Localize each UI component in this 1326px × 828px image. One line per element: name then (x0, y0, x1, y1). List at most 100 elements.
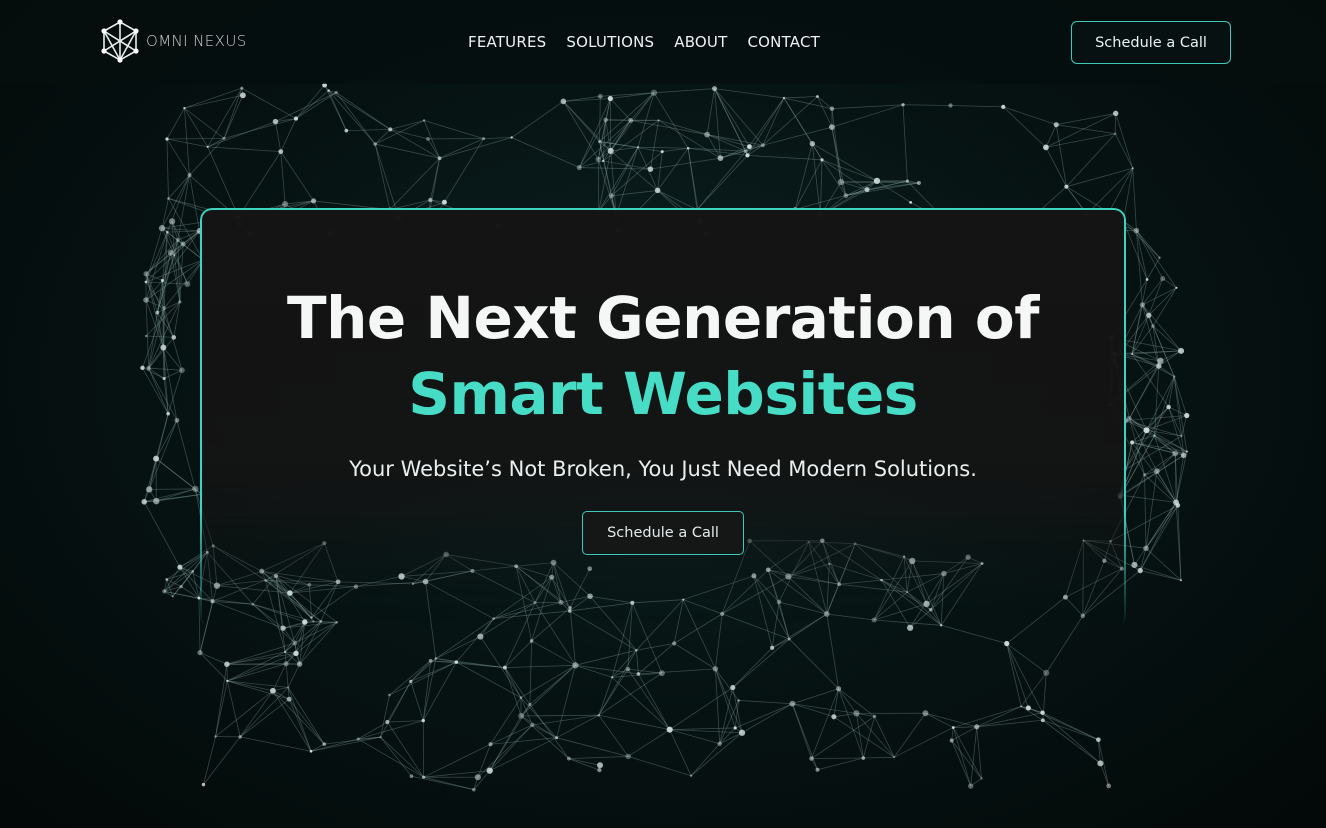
network-node (843, 193, 849, 198)
network-node (566, 756, 571, 761)
network-link (762, 97, 785, 146)
network-link (346, 129, 391, 132)
network-node (787, 637, 791, 641)
network-node (1145, 278, 1149, 281)
network-link (163, 347, 183, 371)
network-node (611, 676, 614, 679)
network-node (901, 103, 905, 107)
network-node (197, 649, 203, 656)
network-node (158, 225, 166, 232)
network-link (563, 101, 599, 160)
network-node (174, 417, 180, 423)
network-node (689, 774, 693, 778)
network-link (504, 664, 576, 668)
nav-link-contact[interactable]: CONTACT (747, 33, 820, 51)
network-link (280, 151, 314, 202)
network-node (278, 149, 284, 155)
schedule-call-hero-button[interactable]: Schedule a Call (582, 511, 744, 555)
network-node (829, 106, 835, 111)
network-node (1025, 705, 1031, 711)
network-node (864, 187, 870, 193)
network-node (820, 158, 824, 162)
network-node (738, 729, 746, 736)
network-link (1124, 430, 1147, 471)
network-node (165, 137, 169, 141)
network-link (893, 713, 926, 758)
network-node (165, 230, 169, 234)
schedule-call-nav-button[interactable]: Schedule a Call (1071, 21, 1231, 64)
network-link (696, 155, 748, 210)
network-node (560, 98, 567, 105)
network-link (579, 167, 651, 170)
network-link (1145, 471, 1158, 549)
network-link (657, 190, 698, 210)
network-link (148, 420, 178, 490)
network-node (1179, 579, 1183, 582)
network-node (712, 86, 718, 92)
network-link (226, 680, 241, 737)
network-node (356, 737, 360, 741)
network-link (155, 458, 196, 490)
network-node (441, 199, 447, 205)
network-link (795, 189, 868, 210)
network-link (976, 706, 1022, 728)
network-node (309, 749, 313, 753)
network-link (599, 92, 655, 142)
network-node (477, 633, 484, 640)
network-link (1152, 325, 1182, 352)
network-link (389, 157, 440, 210)
network-link (295, 84, 325, 119)
network-node (201, 782, 206, 787)
network-link (167, 137, 225, 140)
network-link (1145, 502, 1177, 549)
nav-link-about[interactable]: ABOUT (674, 33, 727, 51)
network-link (794, 143, 813, 210)
nav-link-features[interactable]: FEATURES (468, 33, 546, 51)
network-link (575, 649, 637, 666)
network-link (143, 501, 181, 568)
network-node (1175, 286, 1178, 289)
network-link (199, 652, 228, 682)
network-link (207, 121, 276, 148)
network-link (176, 420, 196, 490)
network-link (521, 714, 599, 717)
network-link (357, 738, 424, 778)
network-node (809, 141, 816, 147)
network-node (191, 570, 195, 573)
network-link (285, 663, 289, 688)
network-link (423, 120, 484, 140)
network-link (358, 720, 424, 740)
network-node (270, 687, 276, 694)
network-link (568, 756, 629, 759)
network-node (760, 143, 765, 148)
network-link (638, 146, 689, 149)
network-node (162, 306, 167, 310)
network-node (184, 281, 191, 288)
network-link (690, 732, 743, 777)
nav-link-solutions[interactable]: SOLUTIONS (566, 33, 654, 51)
network-link (669, 687, 734, 730)
network-node (636, 146, 640, 149)
network-link (1136, 230, 1143, 305)
network-node (597, 713, 601, 717)
brand-logo[interactable]: OMNI NEXUS (99, 18, 247, 64)
network-node (1172, 450, 1179, 457)
network-node (1043, 669, 1050, 676)
network-link (226, 651, 286, 665)
network-link (950, 105, 1004, 108)
network-link (374, 143, 391, 210)
network-link (783, 96, 818, 99)
network-node (597, 93, 603, 99)
network-node (1131, 352, 1134, 356)
network-link (833, 712, 857, 718)
network-link (529, 640, 532, 705)
network-link (1045, 124, 1057, 148)
network-link (838, 688, 857, 714)
network-node (1157, 357, 1164, 365)
network-node (949, 738, 954, 743)
network-link (226, 642, 295, 665)
network-node (226, 679, 229, 683)
network-node (311, 198, 317, 204)
network-link (374, 129, 391, 145)
network-node (1096, 737, 1101, 743)
